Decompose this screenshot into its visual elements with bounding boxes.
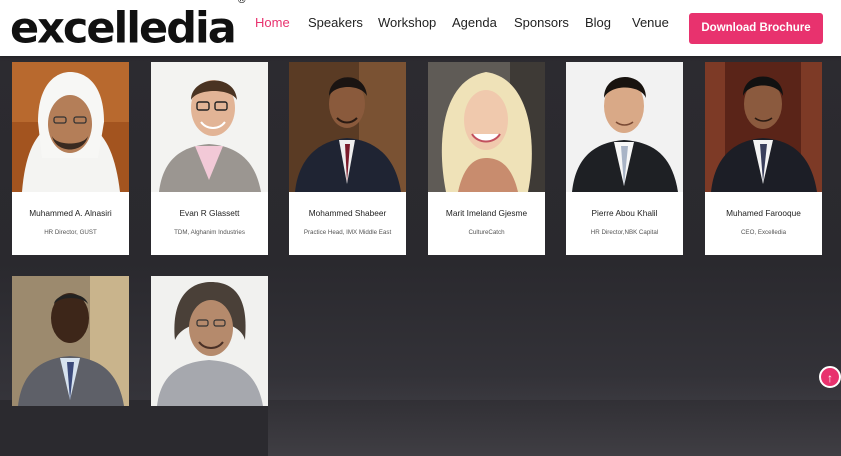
speaker-role: CultureCatch	[468, 229, 505, 236]
nav-venue[interactable]: Venue	[632, 15, 669, 31]
speaker-photo	[12, 276, 129, 406]
nav-agenda[interactable]: Agenda	[452, 15, 497, 31]
speaker-photo	[289, 62, 406, 192]
site-header: excelledia® Home Speakers Workshop Agend…	[0, 0, 841, 56]
speaker-role: Practice Head, IMX Middle East	[303, 229, 392, 236]
speaker-photo	[566, 62, 683, 192]
speaker-info: Muhamed Farooque CEO, Excelledia	[705, 192, 822, 255]
arrow-up-icon: ↑	[827, 371, 833, 385]
background-audience-image	[268, 376, 841, 456]
scroll-to-top-button[interactable]: ↑	[819, 366, 841, 388]
speaker-card[interactable]	[151, 276, 268, 406]
speaker-card[interactable]: Pierre Abou Khalil HR Director,NBK Capit…	[566, 62, 683, 255]
speaker-card[interactable]: Muhamed Farooque CEO, Excelledia	[705, 62, 822, 255]
speaker-info: Muhammed A. Alnasiri HR Director, GUST	[12, 192, 129, 255]
nav-blog[interactable]: Blog	[585, 15, 611, 31]
speaker-photo	[12, 62, 129, 192]
speaker-card[interactable]: Marit Imeland Gjesme CultureCatch	[428, 62, 545, 255]
speaker-name: Evan R Glassett	[179, 208, 240, 218]
speaker-photo	[151, 276, 268, 406]
speaker-photo	[705, 62, 822, 192]
nav-workshop[interactable]: Workshop	[378, 15, 436, 31]
speaker-name: Marit Imeland Gjesme	[445, 208, 528, 218]
speaker-photo	[428, 62, 545, 192]
speaker-name: Muhamed Farooque	[726, 208, 801, 218]
speaker-card[interactable]: Evan R Glassett TDM, Alghanim Industries	[151, 62, 268, 255]
speaker-card[interactable]: Muhammed A. Alnasiri HR Director, GUST	[12, 62, 129, 255]
speaker-name: Mohammed Shabeer	[308, 208, 387, 218]
speaker-card[interactable]: Mohammed Shabeer Practice Head, IMX Midd…	[289, 62, 406, 255]
speaker-role: CEO, Excelledia	[740, 229, 787, 236]
speaker-name: Muhammed A. Alnasiri	[29, 208, 112, 218]
registered-mark: ®	[236, 0, 247, 6]
speaker-card[interactable]	[12, 276, 129, 406]
speaker-info: Pierre Abou Khalil HR Director,NBK Capit…	[566, 192, 683, 255]
speaker-role: HR Director,NBK Capital	[590, 229, 659, 236]
download-brochure-button[interactable]: Download Brochure	[689, 13, 823, 44]
speaker-role: TDM, Alghanim Industries	[174, 229, 245, 236]
speaker-info: Evan R Glassett TDM, Alghanim Industries	[151, 192, 268, 255]
nav-home[interactable]: Home	[255, 15, 290, 31]
speaker-info: Mohammed Shabeer Practice Head, IMX Midd…	[289, 192, 406, 255]
speaker-role: HR Director, GUST	[44, 229, 97, 236]
speaker-photo	[151, 62, 268, 192]
speaker-info: Marit Imeland Gjesme CultureCatch	[428, 192, 545, 255]
nav-speakers[interactable]: Speakers	[308, 15, 363, 31]
nav-sponsors[interactable]: Sponsors	[514, 15, 569, 31]
speaker-name: Pierre Abou Khalil	[591, 208, 658, 218]
